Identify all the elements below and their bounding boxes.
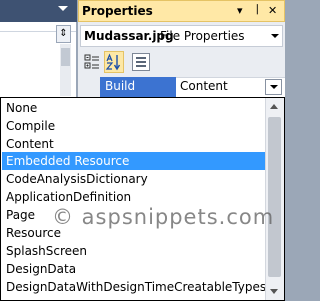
window-position-icon[interactable]: ▾ xyxy=(237,4,243,17)
scroll-down-icon[interactable] xyxy=(270,289,278,294)
editor-scrollbar[interactable] xyxy=(60,44,71,96)
watermark: © aspsnippets.com xyxy=(52,205,275,229)
split-window-icon[interactable]: ⇕ xyxy=(56,25,71,43)
option-code-analysis-dictionary[interactable]: CodeAnalysisDictionary xyxy=(2,170,266,188)
property-value[interactable]: Content xyxy=(180,77,228,96)
properties-toolbar xyxy=(80,51,283,73)
option-content[interactable]: Content xyxy=(2,135,266,153)
option-none[interactable]: None xyxy=(2,99,266,117)
chevron-down-icon[interactable] xyxy=(271,34,279,38)
option-splash-screen[interactable]: SplashScreen xyxy=(2,242,266,260)
editor-dropdown-arrow-icon[interactable] xyxy=(58,6,68,11)
property-row-margin xyxy=(78,77,100,97)
property-pages-icon[interactable] xyxy=(132,53,150,71)
property-name[interactable]: Build Action xyxy=(100,77,176,112)
option-embedded-resource[interactable]: Embedded Resource xyxy=(2,152,266,170)
option-design-data-with-creatable-types[interactable]: DesignDataWithDesignTimeCreatableTypes xyxy=(2,278,266,296)
categorized-icon[interactable] xyxy=(82,51,102,73)
option-application-definition[interactable]: ApplicationDefinition xyxy=(2,188,266,206)
build-action-dropdown-list: None Compile Content Embedded Resource C… xyxy=(0,97,285,301)
scroll-up-icon[interactable] xyxy=(270,104,278,109)
alphabetical-sort-icon[interactable] xyxy=(104,51,124,73)
properties-title: Properties xyxy=(82,4,153,18)
option-compile[interactable]: Compile xyxy=(2,117,266,135)
chevron-down-icon xyxy=(270,85,278,89)
object-type: File Properties xyxy=(160,29,245,43)
pin-icon[interactable]: ᛁ xyxy=(254,3,261,16)
option-design-data[interactable]: DesignData xyxy=(2,260,266,278)
value-dropdown-button[interactable] xyxy=(265,79,282,95)
editor-title-bar xyxy=(0,0,77,22)
dropdown-scroll-thumb[interactable] xyxy=(268,117,281,277)
close-icon[interactable]: ✕ xyxy=(268,4,277,17)
